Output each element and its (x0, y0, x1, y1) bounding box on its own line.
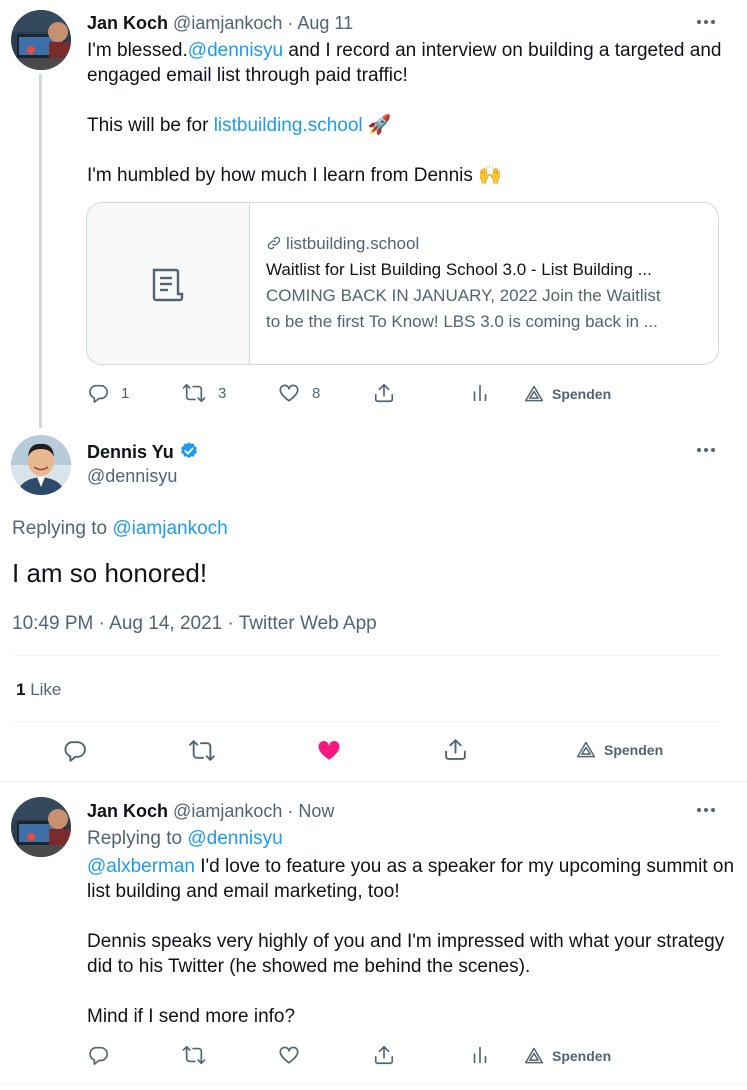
link-icon (267, 236, 281, 250)
spenden-icon (524, 385, 544, 402)
tweet3-line4: did to his Twitter (he showed me behind … (87, 956, 531, 977)
like-icon (279, 384, 299, 402)
like-button[interactable] (278, 1044, 300, 1066)
share-button[interactable] (443, 737, 468, 762)
author-handle[interactable]: @iamjankoch (173, 13, 282, 33)
rocket-emoji: 🚀 (367, 115, 392, 136)
tweet-timestamp[interactable]: 10:49 PM · Aug 14, 2021 · Twitter Web Ap… (12, 611, 377, 636)
replying-to-handle[interactable]: @iamjankoch (112, 518, 227, 539)
retweet-button[interactable] (182, 1044, 206, 1066)
like-icon (279, 1046, 299, 1064)
replying-to: Replying to @iamjankoch (12, 518, 228, 539)
reply-button[interactable] (62, 738, 87, 763)
author-handle[interactable]: @dennisyu (87, 464, 177, 489)
divider (12, 721, 720, 722)
avatar-jan-koch[interactable] (11, 10, 71, 70)
reply-button[interactable] (87, 1044, 109, 1066)
tweet1-line2: engaged email list through paid traffic! (87, 65, 408, 86)
like-count: 8 (312, 384, 321, 402)
tweet3-line5: Mind if I send more info? (87, 1006, 296, 1027)
verified-badge-icon (180, 442, 197, 459)
mention-link[interactable]: @alxberman (87, 856, 195, 877)
spenden-button[interactable]: Spenden (576, 740, 663, 760)
more-icon[interactable] (697, 445, 721, 455)
author-handle[interactable]: @iamjankoch (173, 801, 282, 821)
retweet-icon (182, 383, 206, 403)
link-preview-card[interactable]: listbuilding.school Waitlist for List Bu… (86, 202, 719, 365)
like-filled-icon (318, 740, 340, 760)
replying-to: Replying to @dennisyu (87, 828, 283, 849)
tweet3-header: Jan Koch @iamjankoch · Now (87, 801, 335, 821)
like-button[interactable]: 8 (278, 382, 320, 404)
analytics-icon (473, 384, 487, 402)
tweet1-header: Jan Koch @iamjankoch · Aug 11 (87, 13, 354, 33)
tweet2-author-row: Dennis Yu (87, 440, 199, 465)
tweet-date[interactable]: Now (298, 801, 334, 821)
card-desc-line2: to be the first To Know! LBS 3.0 is comi… (266, 312, 658, 331)
divider (0, 1084, 747, 1085)
card-body: listbuilding.school Waitlist for List Bu… (266, 231, 702, 335)
reply-icon (64, 741, 86, 762)
reply-icon (89, 384, 108, 403)
avatar-dennis-yu[interactable] (11, 435, 71, 495)
tweet1-line4: I'm humbled by how much I learn from Den… (87, 165, 502, 186)
spenden-icon (576, 741, 596, 758)
raised-hands-emoji: 🙌 (478, 165, 502, 186)
card-thumbnail (87, 203, 250, 364)
more-icon[interactable] (697, 805, 721, 815)
share-button[interactable] (373, 382, 395, 404)
more-icon[interactable] (697, 17, 721, 27)
share-icon (374, 1045, 394, 1065)
card-domain: listbuilding.school (266, 231, 702, 257)
tweet1-line1: I'm blessed.@dennisyu and I record an in… (87, 40, 722, 61)
reply-button[interactable]: 1 (87, 382, 129, 404)
analytics-icon (473, 1046, 487, 1064)
author-name[interactable]: Jan Koch (87, 801, 168, 821)
tweet2-text: I am so honored! (12, 558, 208, 588)
mention-link[interactable]: @dennisyu (188, 40, 283, 61)
retweet-icon (182, 1045, 206, 1065)
reply-count: 1 (121, 384, 130, 402)
tweet3-line1: @alxberman I'd love to feature you as a … (87, 856, 735, 877)
spenden-icon (524, 1047, 544, 1064)
author-name[interactable]: Jan Koch (87, 13, 168, 33)
url-link[interactable]: listbuilding.school (214, 115, 363, 136)
tweet3-line2: list building and email marketing, too! (87, 881, 400, 902)
likes-stat-label: Like (25, 680, 62, 699)
author-name[interactable]: Dennis Yu (87, 442, 174, 462)
reply-icon (89, 1046, 108, 1065)
card-desc-line1: COMING BACK IN JANUARY, 2022 Join the Wa… (266, 286, 661, 305)
retweet-button[interactable] (188, 738, 216, 763)
replying-to-handle[interactable]: @dennisyu (187, 828, 282, 849)
analytics-button[interactable] (469, 1044, 491, 1066)
divider (0, 781, 747, 782)
analytics-button[interactable] (469, 382, 491, 404)
divider (12, 655, 720, 656)
document-icon (152, 268, 184, 301)
share-button[interactable] (373, 1044, 395, 1066)
tweet-date[interactable]: Aug 11 (297, 13, 353, 33)
card-title: Waitlist for List Building School 3.0 - … (266, 260, 652, 279)
retweet-icon (189, 740, 215, 761)
likes-stat[interactable]: 1 Like (16, 677, 61, 702)
spenden-button[interactable]: Spenden (524, 384, 611, 404)
share-icon (374, 383, 394, 403)
spenden-button[interactable]: Spenden (524, 1046, 611, 1066)
share-icon (445, 739, 466, 760)
thread-connector (39, 74, 42, 428)
retweet-button[interactable]: 3 (182, 382, 226, 404)
like-button-active[interactable] (316, 738, 342, 763)
avatar-jan-koch[interactable] (11, 797, 71, 857)
retweet-count: 3 (218, 384, 227, 402)
tweet3-line3: Dennis speaks very highly of you and I'm… (87, 931, 725, 952)
tweet1-line3: This will be for listbuilding.school 🚀 (87, 115, 392, 136)
